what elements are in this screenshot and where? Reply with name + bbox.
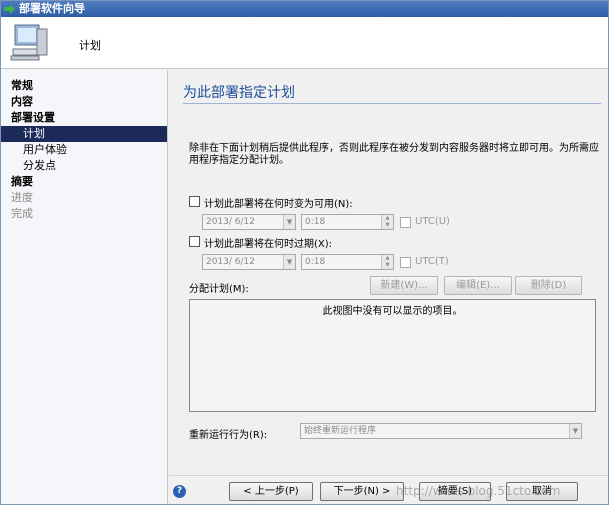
step-schedule[interactable]: 计划: [1, 126, 167, 142]
wizard-header: 计划: [1, 17, 608, 69]
spin-down-icon[interactable]: ▼: [382, 262, 393, 269]
expire-schedule-label: 计划此部署将在何时过期(X):: [204, 239, 333, 250]
available-date-picker[interactable]: 2013/ 6/12 ▼: [202, 214, 296, 230]
time-spinner[interactable]: ▲ ▼: [381, 215, 393, 229]
new-schedule-button[interactable]: 新建(W)...: [370, 276, 438, 295]
spin-down-icon[interactable]: ▼: [382, 222, 393, 229]
time-spinner[interactable]: ▲ ▼: [381, 255, 393, 269]
expire-date-picker[interactable]: 2013/ 6/12 ▼: [202, 254, 296, 270]
chevron-down-icon[interactable]: ▼: [283, 215, 295, 229]
title-bar[interactable]: 部署软件向导: [1, 1, 608, 17]
step-distribution-points[interactable]: 分发点: [1, 158, 167, 174]
step-user-experience[interactable]: 用户体验: [1, 142, 167, 158]
delete-schedule-button[interactable]: 删除(D): [515, 276, 582, 295]
header-title: 计划: [79, 39, 101, 52]
wizard-window: 部署软件向导 计划 常规 内容 部署设置 计划 用户体验 分发点 摘要 进度 完…: [0, 0, 609, 505]
title-divider: [183, 103, 601, 104]
wizard-steps: 常规 内容 部署设置 计划 用户体验 分发点 摘要 进度 完成: [1, 70, 168, 504]
expire-schedule-checkbox[interactable]: [189, 236, 200, 247]
green-arrow-icon: [4, 4, 15, 14]
chevron-down-icon[interactable]: ▼: [569, 424, 581, 438]
available-utc-checkbox[interactable]: [400, 217, 411, 228]
step-summary[interactable]: 摘要: [1, 174, 167, 190]
expire-utc-label: UTC(T): [415, 256, 449, 267]
assignment-schedule-list[interactable]: 此视图中没有可以显示的项目。: [189, 299, 596, 412]
edit-schedule-button[interactable]: 编辑(E)...: [444, 276, 512, 295]
window-title: 部署软件向导: [19, 2, 85, 15]
expire-utc-checkbox[interactable]: [400, 257, 411, 268]
expire-time-value: 0:18: [305, 257, 326, 267]
rerun-behavior-label: 重新运行行为(R):: [189, 430, 268, 441]
watermark-text: http://wnos.blog.51cto.com: [396, 484, 561, 498]
schedule-description: 除非在下面计划稍后提供此程序，否则此程序在被分发到内容服务器时将立即可用。为所需…: [189, 143, 599, 166]
assignment-schedule-label: 分配计划(M):: [189, 284, 249, 295]
chevron-down-icon[interactable]: ▼: [283, 255, 295, 269]
available-schedule-checkbox[interactable]: [189, 196, 200, 207]
spin-up-icon[interactable]: ▲: [382, 255, 393, 262]
previous-button[interactable]: < 上一步(P): [229, 482, 313, 501]
help-icon[interactable]: ?: [173, 485, 186, 498]
step-progress: 进度: [11, 191, 33, 204]
expire-time-picker[interactable]: 0:18 ▲ ▼: [301, 254, 394, 270]
empty-list-message: 此视图中没有可以显示的项目。: [322, 306, 463, 317]
main-panel: 为此部署指定计划 除非在下面计划稍后提供此程序，否则此程序在被分发到内容服务器时…: [169, 70, 608, 475]
available-date-value: 2013/ 6/12: [206, 217, 256, 227]
available-schedule-label: 计划此部署将在何时变为可用(N):: [204, 199, 353, 210]
rerun-behavior-value: 始终重新运行程序: [304, 426, 377, 436]
spin-up-icon[interactable]: ▲: [382, 215, 393, 222]
expire-date-value: 2013/ 6/12: [206, 257, 256, 267]
available-time-picker[interactable]: 0:18 ▲ ▼: [301, 214, 394, 230]
available-utc-label: UTC(U): [415, 216, 450, 227]
computer-icon: [10, 24, 48, 61]
step-content[interactable]: 内容: [1, 94, 167, 110]
available-time-value: 0:18: [305, 217, 326, 227]
step-general[interactable]: 常规: [1, 78, 167, 94]
page-title: 为此部署指定计划: [183, 85, 295, 101]
step-deployment-settings[interactable]: 部署设置: [1, 110, 167, 126]
step-completion: 完成: [11, 207, 33, 220]
next-button[interactable]: 下一步(N) >: [320, 482, 404, 501]
rerun-behavior-select[interactable]: 始终重新运行程序 ▼: [300, 423, 582, 439]
